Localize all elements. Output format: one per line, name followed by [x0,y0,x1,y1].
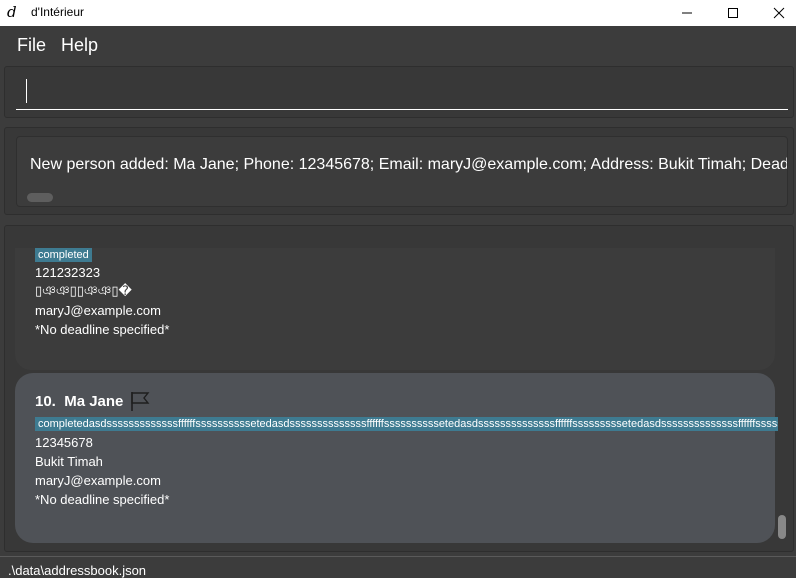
person-name-line: 10. Ma Jane [35,393,123,411]
person-deadline: *No deadline specified* [35,322,170,337]
tag-badge: completedasdsssssssssssssffffffsssssssss… [35,417,778,431]
person-list-panel: completed 121232323 ▯ঞঞ▯▯ঞঞ▯� maryJ@exam… [4,225,794,552]
window-title: d'Intérieur [31,5,84,19]
command-input[interactable] [16,75,788,110]
flag-icon [131,392,150,411]
close-button[interactable] [756,0,796,26]
person-phone: 12345678 [35,435,93,450]
menu-help[interactable]: Help [61,35,98,55]
result-display-panel: New person added: Ma Jane; Phone: 123456… [4,127,794,215]
save-location: .\data\addressbook.json [8,563,147,578]
person-index: 10. [35,393,56,410]
person-card[interactable]: 10. Ma Jane completedasdsssssssssssssfff… [15,373,778,543]
text-caret [26,79,27,103]
result-display: New person added: Ma Jane; Phone: 123456… [16,136,788,207]
result-message: New person added: Ma Jane; Phone: 123456… [30,156,788,173]
tag-badge: completed [35,248,92,262]
result-horizontal-scrollbar[interactable] [27,193,53,202]
person-name: Ma Jane [64,393,124,410]
status-bar: .\data\addressbook.json [0,556,796,578]
close-icon [773,7,785,19]
maximize-icon [728,8,738,18]
list-vertical-scrollbar[interactable] [778,515,786,539]
menu-file[interactable]: File [17,35,46,55]
minimize-button[interactable] [664,0,710,26]
person-email: maryJ@example.com [35,473,161,488]
person-email: maryJ@example.com [35,303,161,318]
person-deadline: *No deadline specified* [35,492,170,507]
command-box-panel [4,66,794,118]
title-bar: d d'Intérieur [0,0,796,26]
person-address: Bukit Timah [35,454,103,469]
person-address: ▯ঞঞ▯▯ঞঞ▯� [35,284,132,299]
minimize-icon [682,12,692,14]
person-card[interactable]: completed 121232323 ▯ঞঞ▯▯ঞঞ▯� maryJ@exam… [15,248,775,370]
menu-bar: File Help [0,26,796,62]
app-logo-icon: d [7,3,17,21]
maximize-button[interactable] [710,0,756,26]
person-phone: 121232323 [35,265,101,280]
